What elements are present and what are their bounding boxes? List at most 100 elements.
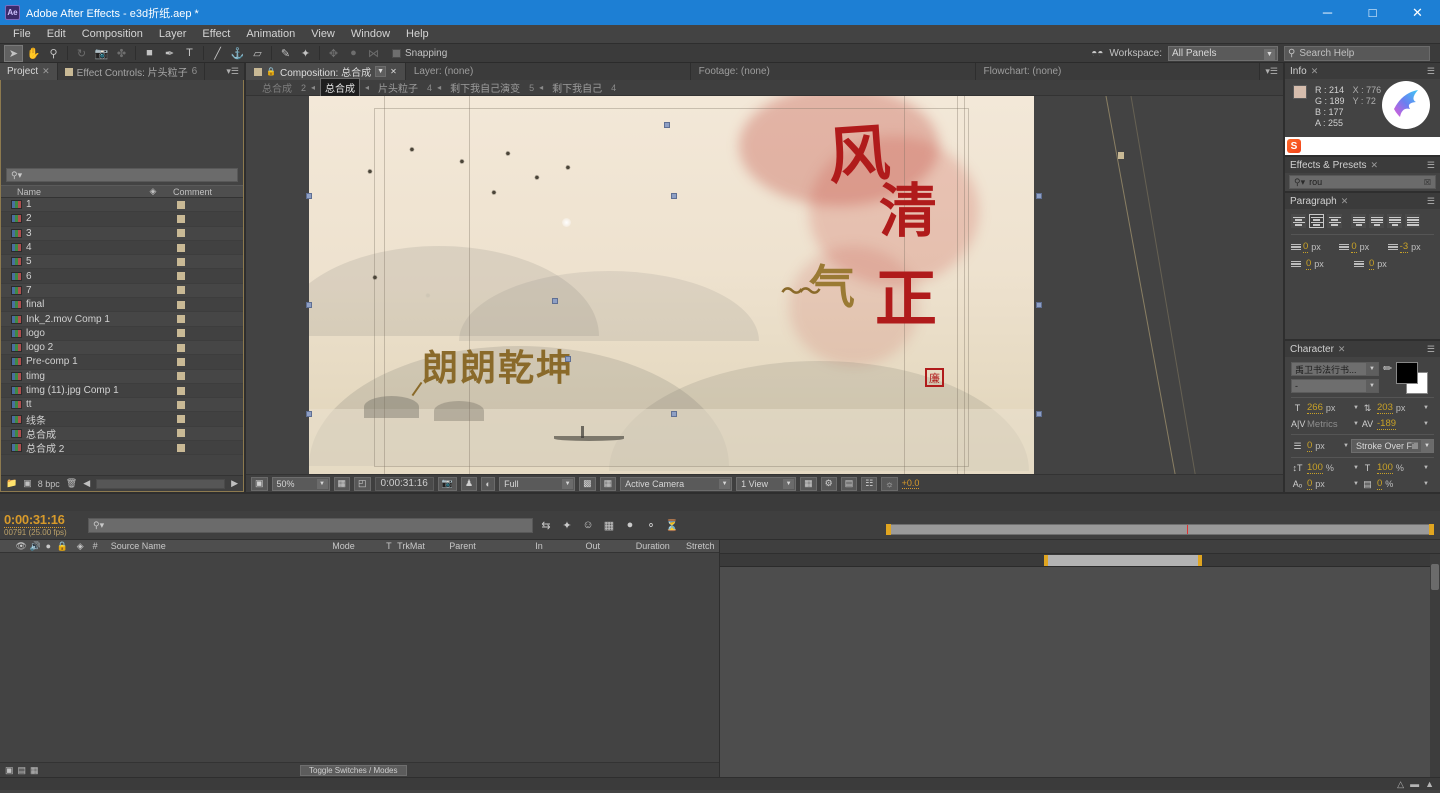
toggle-switches-modes-button[interactable]: Toggle Switches / Modes [300, 764, 407, 776]
rotation-tool[interactable]: ↻ [72, 45, 91, 62]
always-preview-icon[interactable]: ▣ [251, 476, 268, 491]
col-t-header[interactable]: T [383, 541, 394, 551]
zoom-tool[interactable]: ⚲ [44, 45, 63, 62]
chevron-down-icon[interactable]: ▼ [1423, 421, 1429, 427]
exposure-reset-icon[interactable]: ☼ [881, 476, 898, 491]
minimap-right-handle[interactable] [1429, 524, 1434, 535]
menu-item-window[interactable]: Window [344, 26, 397, 42]
horizontal-scale-value[interactable]: 100 [1377, 462, 1393, 474]
brainstorm-icon[interactable]: ⚬ [643, 518, 659, 533]
close-icon[interactable]: ✕ [1341, 196, 1349, 207]
breadcrumb-item[interactable]: 总合成 [320, 78, 361, 97]
close-icon[interactable]: ✕ [390, 67, 397, 76]
space-before-value[interactable]: -3 [1399, 241, 1409, 253]
menu-item-edit[interactable]: Edit [40, 26, 73, 42]
timeline-vertical-scrollbar[interactable] [1430, 554, 1440, 777]
breadcrumb-item[interactable]: 剩下我自己演变 [446, 79, 524, 96]
font-style-dropdown[interactable]: - ▼ [1291, 379, 1379, 393]
project-item[interactable]: 1 [1, 198, 243, 213]
project-item[interactable]: Ink_2.mov Comp 1 [1, 312, 243, 327]
type-tool[interactable]: T [180, 45, 199, 62]
project-item[interactable]: timg [1, 369, 243, 384]
info-panel-title[interactable]: Info [1290, 66, 1307, 77]
col-mode-header[interactable]: Mode [329, 541, 383, 551]
project-item[interactable]: logo [1, 326, 243, 341]
viewer-tab[interactable]: Footage: (none) [691, 63, 976, 80]
menu-item-effect[interactable]: Effect [195, 26, 237, 42]
shape-tool[interactable]: ■ [140, 45, 159, 62]
selection-handle[interactable] [671, 193, 677, 199]
eyedropper-icon[interactable]: ✏ [1383, 362, 1392, 375]
project-item[interactable]: Pre-comp 1 [1, 355, 243, 370]
panel-menu-icon[interactable]: ▾☰ [1260, 63, 1283, 80]
indent-left-value[interactable]: 0 [1303, 241, 1309, 253]
anchor-tool[interactable]: ● [344, 45, 363, 62]
font-size-value[interactable]: 266 [1307, 402, 1323, 414]
project-item[interactable]: 4 [1, 240, 243, 256]
work-area-bar[interactable] [1044, 555, 1203, 566]
search-help-input[interactable]: ⚲ Search Help [1284, 45, 1430, 61]
selection-handle[interactable] [306, 193, 312, 199]
layer-rows[interactable] [0, 553, 719, 762]
region-of-interest-icon[interactable]: ◰ [354, 476, 371, 491]
current-time-display[interactable]: 0:00:31:16 [374, 476, 434, 491]
kerning-value[interactable]: Metrics [1307, 419, 1338, 430]
transparency-grid-icon[interactable]: ▦ [599, 476, 617, 491]
pixel-aspect-icon[interactable]: ▦ [800, 476, 817, 491]
draft-3d-icon[interactable]: ✦ [559, 518, 575, 533]
justify-last-right-button[interactable] [1387, 214, 1402, 228]
breadcrumb-item[interactable]: 总合成 [258, 79, 296, 96]
character-panel-title[interactable]: Character [1290, 344, 1334, 355]
hide-shy-layers-icon[interactable]: ☺ [580, 518, 596, 533]
comp-flowchart-icon[interactable]: ☷ [861, 476, 878, 491]
first-line-indent-value[interactable]: 0 [1306, 258, 1312, 270]
project-item[interactable]: final [1, 298, 243, 313]
workspace-dropdown[interactable]: All Panels ▼ [1168, 45, 1278, 61]
stroke-width-value[interactable]: 0 [1307, 440, 1313, 452]
timeline-current-time[interactable]: 0:00:31:16 00791 (25.00 fps) [0, 511, 82, 539]
project-item[interactable]: 2 [1, 212, 243, 227]
col-out-header[interactable]: Out [582, 541, 632, 551]
close-icon[interactable]: ✕ [1338, 344, 1346, 355]
panel-menu-icon[interactable]: ▾☰ [221, 63, 244, 80]
project-item[interactable]: 3 [1, 226, 243, 241]
menu-item-animation[interactable]: Animation [239, 26, 302, 42]
col-trkmat-header[interactable]: TrkMat [394, 541, 446, 551]
minimize-button[interactable]: ─ [1305, 0, 1350, 25]
menu-item-view[interactable]: View [304, 26, 342, 42]
viewer-tab[interactable]: Flowchart: (none) [976, 63, 1261, 80]
effects-panel-title[interactable]: Effects & Presets [1290, 160, 1367, 171]
eraser-tool[interactable]: ▱ [248, 45, 267, 62]
menu-item-layer[interactable]: Layer [152, 26, 194, 42]
project-item[interactable]: 6 [1, 269, 243, 284]
bpc-value[interactable]: 8 bpc [38, 479, 60, 489]
close-icon[interactable]: ✕ [42, 66, 50, 77]
frame-blending-icon[interactable]: ▦ [601, 518, 617, 533]
label-color-swatch[interactable] [177, 429, 185, 438]
timeline-icon[interactable]: ▤ [840, 476, 858, 491]
new-folder-icon[interactable]: 📁 [6, 478, 17, 489]
close-icon[interactable]: ✕ [1371, 160, 1379, 171]
maximize-button[interactable]: □ [1350, 0, 1395, 25]
sogou-logo-icon[interactable]: S [1287, 139, 1301, 153]
graph-editor-icon[interactable]: ⏳ [664, 518, 680, 533]
exposure-value[interactable]: +0.0 [901, 478, 920, 489]
align-right-button[interactable] [1327, 214, 1342, 228]
grid-guides-icon[interactable]: ▦ [333, 476, 351, 491]
fill-stroke-swatches[interactable] [1396, 362, 1430, 394]
label-color-swatch[interactable] [177, 229, 185, 238]
chevron-down-icon[interactable]: ▼ [375, 66, 387, 77]
chevron-down-icon[interactable]: ▼ [1353, 481, 1359, 487]
selection-handle[interactable] [1036, 302, 1042, 308]
label-color-swatch[interactable] [177, 357, 185, 366]
viewer-canvas-area[interactable]: ✹ ✹ ✹ ✹ ✹ ✹ ✹ ✹ ✹ 〜〜 风 清 气 正 朗朗乾坤 廉 [246, 96, 1283, 474]
space-after-value[interactable]: 0 [1369, 258, 1375, 270]
close-button[interactable]: ✕ [1395, 0, 1440, 25]
col-stretch-header[interactable]: Stretch [683, 541, 719, 551]
chevron-down-icon[interactable]: ▼ [1423, 405, 1429, 411]
label-color-swatch[interactable] [177, 343, 185, 352]
panel-menu-icon[interactable]: ☰ [1427, 160, 1435, 171]
lock-icon[interactable]: 🔒 [266, 67, 276, 76]
label-color-swatch[interactable] [177, 200, 185, 209]
minimap-left-handle[interactable] [886, 524, 891, 535]
